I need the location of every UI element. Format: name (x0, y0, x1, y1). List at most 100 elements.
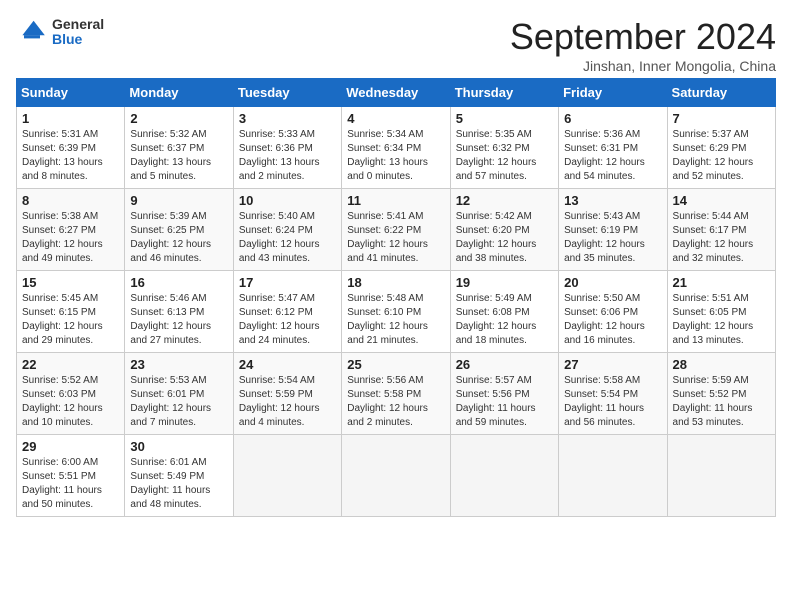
weekday-header-monday: Monday (125, 79, 233, 107)
calendar-cell (450, 435, 558, 517)
day-number: 10 (239, 193, 336, 208)
day-detail: Sunrise: 5:37 AMSunset: 6:29 PMDaylight:… (673, 128, 770, 184)
day-number: 26 (456, 357, 553, 372)
calendar-cell: 17 Sunrise: 5:47 AMSunset: 6:12 PMDayligh… (233, 271, 341, 353)
day-number: 14 (673, 193, 770, 208)
calendar-cell: 14 Sunrise: 5:44 AMSunset: 6:17 PMDayligh… (667, 189, 775, 271)
day-number: 17 (239, 275, 336, 290)
calendar-cell: 5 Sunrise: 5:35 AMSunset: 6:32 PMDaylight… (450, 107, 558, 189)
day-number: 15 (22, 275, 119, 290)
calendar-table: SundayMondayTuesdayWednesdayThursdayFrid… (16, 78, 776, 517)
calendar-cell: 9 Sunrise: 5:39 AMSunset: 6:25 PMDaylight… (125, 189, 233, 271)
calendar-cell: 11Sunrise: 5:41 AMSunset: 6:22 PMDayligh… (342, 189, 450, 271)
day-detail: Sunrise: 5:46 AMSunset: 6:13 PMDaylight:… (130, 292, 227, 348)
calendar-cell: 26Sunrise: 5:57 AMSunset: 5:56 PMDayligh… (450, 353, 558, 435)
day-detail: Sunrise: 5:31 AMSunset: 6:39 PMDaylight:… (22, 128, 119, 184)
location-subtitle: Jinshan, Inner Mongolia, China (510, 58, 776, 74)
day-detail: Sunrise: 5:44 AMSunset: 6:17 PMDaylight:… (673, 210, 770, 266)
calendar-cell: 16 Sunrise: 5:46 AMSunset: 6:13 PMDayligh… (125, 271, 233, 353)
day-detail: Sunrise: 5:43 AMSunset: 6:19 PMDaylight:… (564, 210, 661, 266)
day-detail: Sunrise: 5:34 AMSunset: 6:34 PMDaylight:… (347, 128, 444, 184)
title-block: September 2024 Jinshan, Inner Mongolia, … (510, 16, 776, 74)
calendar-cell: 6 Sunrise: 5:36 AMSunset: 6:31 PMDaylight… (559, 107, 667, 189)
calendar-cell: 4Sunrise: 5:34 AMSunset: 6:34 PMDaylight… (342, 107, 450, 189)
calendar-cell (342, 435, 450, 517)
calendar-cell: 15Sunrise: 5:45 AMSunset: 6:15 PMDayligh… (17, 271, 125, 353)
day-detail: Sunrise: 5:36 AMSunset: 6:31 PMDaylight:… (564, 128, 661, 184)
calendar-cell: 23 Sunrise: 5:53 AMSunset: 6:01 PMDayligh… (125, 353, 233, 435)
logo-text: General Blue (52, 17, 104, 48)
calendar-cell: 19 Sunrise: 5:49 AMSunset: 6:08 PMDayligh… (450, 271, 558, 353)
day-detail: Sunrise: 5:59 AMSunset: 5:52 PMDaylight:… (673, 374, 770, 430)
calendar-header-row: SundayMondayTuesdayWednesdayThursdayFrid… (17, 79, 776, 107)
day-number: 23 (130, 357, 227, 372)
day-number: 6 (564, 111, 661, 126)
day-detail: Sunrise: 5:49 AMSunset: 6:08 PMDaylight:… (456, 292, 553, 348)
day-number: 3 (239, 111, 336, 126)
weekday-header-sunday: Sunday (17, 79, 125, 107)
calendar-week-3: 15Sunrise: 5:45 AMSunset: 6:15 PMDayligh… (17, 271, 776, 353)
month-title: September 2024 (510, 16, 776, 58)
day-detail: Sunrise: 5:39 AMSunset: 6:25 PMDaylight:… (130, 210, 227, 266)
logo-icon (16, 16, 48, 48)
calendar-cell: 28 Sunrise: 5:59 AMSunset: 5:52 PMDayligh… (667, 353, 775, 435)
calendar-cell: 22 Sunrise: 5:52 AMSunset: 6:03 PMDayligh… (17, 353, 125, 435)
weekday-header-wednesday: Wednesday (342, 79, 450, 107)
calendar-cell: 13 Sunrise: 5:43 AMSunset: 6:19 PMDayligh… (559, 189, 667, 271)
day-detail: Sunrise: 5:53 AMSunset: 6:01 PMDaylight:… (130, 374, 227, 430)
calendar-week-1: 1 Sunrise: 5:31 AMSunset: 6:39 PMDaylight… (17, 107, 776, 189)
day-number: 11 (347, 193, 444, 208)
calendar-cell: 30Sunrise: 6:01 AMSunset: 5:49 PMDayligh… (125, 435, 233, 517)
day-number: 28 (673, 357, 770, 372)
day-number: 25 (347, 357, 444, 372)
calendar-week-5: 29 Sunrise: 6:00 AMSunset: 5:51 PMDayligh… (17, 435, 776, 517)
calendar-week-4: 22 Sunrise: 5:52 AMSunset: 6:03 PMDayligh… (17, 353, 776, 435)
calendar-cell: 2 Sunrise: 5:32 AMSunset: 6:37 PMDaylight… (125, 107, 233, 189)
calendar-cell: 27 Sunrise: 5:58 AMSunset: 5:54 PMDayligh… (559, 353, 667, 435)
day-detail: Sunrise: 6:00 AMSunset: 5:51 PMDaylight:… (22, 456, 119, 512)
calendar-body: 1 Sunrise: 5:31 AMSunset: 6:39 PMDaylight… (17, 107, 776, 517)
day-number: 19 (456, 275, 553, 290)
day-number: 9 (130, 193, 227, 208)
calendar-cell: 18Sunrise: 5:48 AMSunset: 6:10 PMDayligh… (342, 271, 450, 353)
logo-general: General (52, 17, 104, 32)
day-detail: Sunrise: 5:47 AMSunset: 6:12 PMDaylight:… (239, 292, 336, 348)
day-detail: Sunrise: 5:32 AMSunset: 6:37 PMDaylight:… (130, 128, 227, 184)
calendar-cell: 20 Sunrise: 5:50 AMSunset: 6:06 PMDayligh… (559, 271, 667, 353)
day-number: 22 (22, 357, 119, 372)
calendar-cell (667, 435, 775, 517)
calendar-cell: 12 Sunrise: 5:42 AMSunset: 6:20 PMDayligh… (450, 189, 558, 271)
day-number: 27 (564, 357, 661, 372)
day-detail: Sunrise: 5:42 AMSunset: 6:20 PMDaylight:… (456, 210, 553, 266)
day-number: 13 (564, 193, 661, 208)
day-detail: Sunrise: 6:01 AMSunset: 5:49 PMDaylight:… (130, 456, 227, 512)
day-detail: Sunrise: 5:51 AMSunset: 6:05 PMDaylight:… (673, 292, 770, 348)
weekday-header-tuesday: Tuesday (233, 79, 341, 107)
calendar-cell: 29 Sunrise: 6:00 AMSunset: 5:51 PMDayligh… (17, 435, 125, 517)
day-detail: Sunrise: 5:33 AMSunset: 6:36 PMDaylight:… (239, 128, 336, 184)
weekday-header-thursday: Thursday (450, 79, 558, 107)
day-number: 5 (456, 111, 553, 126)
day-detail: Sunrise: 5:54 AMSunset: 5:59 PMDaylight:… (239, 374, 336, 430)
day-number: 20 (564, 275, 661, 290)
day-number: 29 (22, 439, 119, 454)
logo: General Blue (16, 16, 104, 48)
day-detail: Sunrise: 5:50 AMSunset: 6:06 PMDaylight:… (564, 292, 661, 348)
day-number: 1 (22, 111, 119, 126)
day-number: 12 (456, 193, 553, 208)
day-number: 24 (239, 357, 336, 372)
day-detail: Sunrise: 5:40 AMSunset: 6:24 PMDaylight:… (239, 210, 336, 266)
day-detail: Sunrise: 5:58 AMSunset: 5:54 PMDaylight:… (564, 374, 661, 430)
day-number: 2 (130, 111, 227, 126)
calendar-cell: 21Sunrise: 5:51 AMSunset: 6:05 PMDayligh… (667, 271, 775, 353)
calendar-cell: 25 Sunrise: 5:56 AMSunset: 5:58 PMDayligh… (342, 353, 450, 435)
calendar-cell: 3 Sunrise: 5:33 AMSunset: 6:36 PMDaylight… (233, 107, 341, 189)
day-number: 7 (673, 111, 770, 126)
day-detail: Sunrise: 5:52 AMSunset: 6:03 PMDaylight:… (22, 374, 119, 430)
calendar-cell: 1 Sunrise: 5:31 AMSunset: 6:39 PMDaylight… (17, 107, 125, 189)
day-number: 16 (130, 275, 227, 290)
day-detail: Sunrise: 5:35 AMSunset: 6:32 PMDaylight:… (456, 128, 553, 184)
weekday-header-friday: Friday (559, 79, 667, 107)
day-detail: Sunrise: 5:56 AMSunset: 5:58 PMDaylight:… (347, 374, 444, 430)
calendar-week-2: 8Sunrise: 5:38 AMSunset: 6:27 PMDaylight… (17, 189, 776, 271)
